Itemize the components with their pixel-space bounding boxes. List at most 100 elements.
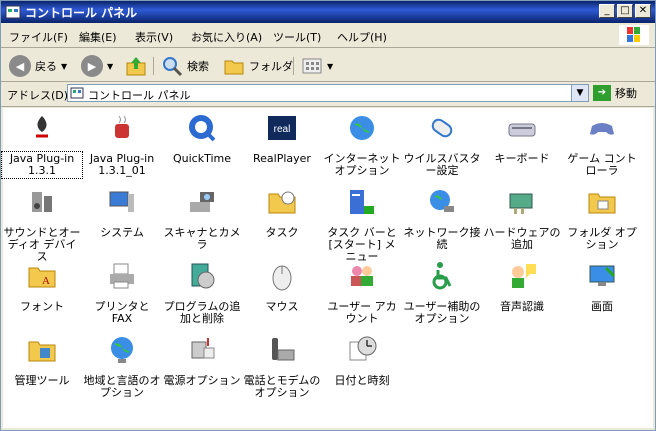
search-button[interactable]: 検索	[161, 54, 209, 78]
address-dropdown-button[interactable]: ▼	[571, 85, 588, 101]
folder-icon	[224, 60, 244, 75]
control-panel-item[interactable]: サウンドとオーディオ デバイス	[3, 186, 81, 263]
toolbar: ◀ 戻る ▼ ▶ ▼ 検索 フォルダ ▼	[1, 49, 655, 82]
folder-options-icon	[588, 193, 616, 214]
menu-file[interactable]: ファイル(F)	[9, 29, 68, 45]
window: コントロール パネル _ □ ✕ ファイル(F) 編集(E) 表示(V) お気に…	[0, 0, 656, 431]
folders-button[interactable]: フォルダ	[223, 54, 293, 78]
speaker-icon	[32, 192, 52, 212]
control-panel-item[interactable]: インターネット オプション	[323, 112, 401, 184]
speech-icon	[512, 264, 536, 288]
go-button[interactable]: ➔ 移動	[593, 85, 637, 101]
back-arrow-icon: ◀	[9, 55, 31, 77]
close-button[interactable]: ✕	[635, 4, 651, 18]
menu-tools[interactable]: ツール(T)	[273, 29, 321, 45]
icon-view: Java Plug-in 1.3.1 Java Plug-in 1.3.1_01…	[1, 108, 653, 428]
item-label: 画面	[591, 300, 613, 313]
control-panel-item[interactable]: real RealPlayer	[243, 112, 321, 184]
chevron-down-icon: ▼	[61, 61, 68, 71]
item-label: インターネット オプション	[323, 152, 401, 177]
forward-button[interactable]: ▶ ▼	[81, 54, 113, 78]
clock-icon	[349, 336, 377, 361]
realplayer-icon: real	[268, 116, 296, 140]
item-label: Java Plug-in 1.3.1_01	[89, 152, 155, 177]
admin-tools-icon	[28, 341, 56, 362]
item-label: 日付と時刻	[334, 374, 390, 387]
control-panel-item[interactable]: ウイルスバスター設定	[403, 112, 481, 184]
menu-bar: ファイル(F) 編集(E) 表示(V) お気に入り(A) ツール(T) ヘルプ(…	[1, 25, 655, 48]
control-panel-item[interactable]: プログラムの追加と削除	[163, 260, 241, 332]
control-panel-icon	[5, 5, 21, 19]
globe-icon	[350, 116, 374, 140]
search-icon	[163, 57, 183, 77]
control-panel-item[interactable]: タスク	[243, 186, 321, 258]
back-button[interactable]: ◀ 戻る ▼	[9, 54, 67, 78]
control-panel-item[interactable]: ゲーム コントローラ	[563, 112, 641, 184]
network-icon	[430, 190, 454, 212]
maximize-button[interactable]: □	[617, 4, 633, 18]
control-panel-item[interactable]: QuickTime	[163, 112, 241, 184]
control-panel-item[interactable]: 電源オプション	[163, 334, 241, 406]
item-label: フォルダ オプション	[567, 226, 637, 251]
control-panel-item[interactable]: ネットワーク接続	[403, 186, 481, 258]
mouse-icon	[272, 265, 292, 291]
item-label: 電話とモデムのオプション	[243, 374, 321, 399]
folders-label: フォルダ	[249, 60, 293, 73]
windows-logo-icon	[619, 25, 649, 45]
address-label: アドレス(D)	[7, 89, 69, 102]
views-button[interactable]: ▼	[301, 54, 333, 78]
views-icon	[302, 58, 322, 74]
item-label: サウンドとオーディオ デバイス	[3, 226, 81, 263]
control-panel-item[interactable]: 音声認識	[483, 260, 561, 332]
control-panel-item[interactable]: キーボード	[483, 112, 561, 184]
control-panel-item[interactable]: 電話とモデムのオプション	[243, 334, 321, 406]
control-panel-item[interactable]: 地域と言語のオプション	[83, 334, 161, 406]
add-remove-programs-icon	[191, 263, 215, 289]
control-panel-item[interactable]: ユーザー アカウント	[323, 260, 401, 332]
java-icon	[36, 116, 48, 138]
control-panel-item[interactable]: Java Plug-in 1.3.1_01	[83, 112, 161, 184]
toolbar-separator	[293, 57, 294, 75]
control-panel-item[interactable]: 管理ツール	[3, 334, 81, 406]
item-label: 音声認識	[500, 300, 544, 313]
item-label: スキャナとカメラ	[163, 226, 241, 251]
control-panel-item[interactable]: プリンタと FAX	[83, 260, 161, 332]
power-icon	[191, 338, 215, 359]
control-panel-item[interactable]: 日付と時刻	[323, 334, 401, 406]
up-folder-button[interactable]	[125, 54, 147, 78]
hardware-icon	[509, 193, 533, 214]
printer-icon	[110, 263, 134, 289]
keyboard-icon	[508, 123, 536, 137]
java-cup-icon	[115, 115, 129, 138]
menu-favorites[interactable]: お気に入り(A)	[191, 29, 262, 45]
item-label: ゲーム コントローラ	[567, 152, 637, 177]
quicktime-icon	[189, 115, 216, 142]
item-label: ユーザー アカウント	[327, 300, 397, 325]
menu-help[interactable]: ヘルプ(H)	[337, 29, 387, 45]
chevron-down-icon: ▼	[107, 61, 114, 71]
control-panel-item[interactable]: システム	[83, 186, 161, 258]
item-label: Java Plug-in 1.3.1	[1, 151, 83, 179]
window-title: コントロール パネル	[25, 6, 138, 20]
menu-edit[interactable]: 編集(E)	[79, 29, 117, 45]
menu-view[interactable]: 表示(V)	[135, 29, 173, 45]
address-field[interactable]: コントロール パネル ▼	[67, 84, 589, 102]
control-panel-item[interactable]: ハードウェアの追加	[483, 186, 561, 258]
control-panel-item[interactable]: Java Plug-in 1.3.1	[1, 112, 83, 184]
control-panel-item[interactable]: ユーザー補助のオプション	[403, 260, 481, 332]
control-panel-item[interactable]: スキャナとカメラ	[163, 186, 241, 258]
control-panel-item[interactable]: フォルダ オプション	[563, 186, 641, 258]
control-panel-item[interactable]: タスク バーと [スタート] メニュー	[323, 186, 401, 263]
item-label: プリンタと FAX	[94, 300, 150, 325]
regional-globe-icon	[111, 337, 133, 363]
item-label: QuickTime	[172, 152, 232, 165]
control-panel-item[interactable]: 画面	[563, 260, 641, 332]
title-bar[interactable]: コントロール パネル _ □ ✕	[1, 1, 655, 23]
control-panel-icon	[70, 87, 84, 99]
display-icon	[589, 265, 616, 286]
control-panel-item[interactable]: A フォント	[3, 260, 81, 332]
minimize-button[interactable]: _	[599, 4, 615, 18]
search-label: 検索	[187, 60, 209, 73]
control-panel-item[interactable]: マウス	[243, 260, 321, 332]
svg-text:A: A	[42, 275, 50, 287]
